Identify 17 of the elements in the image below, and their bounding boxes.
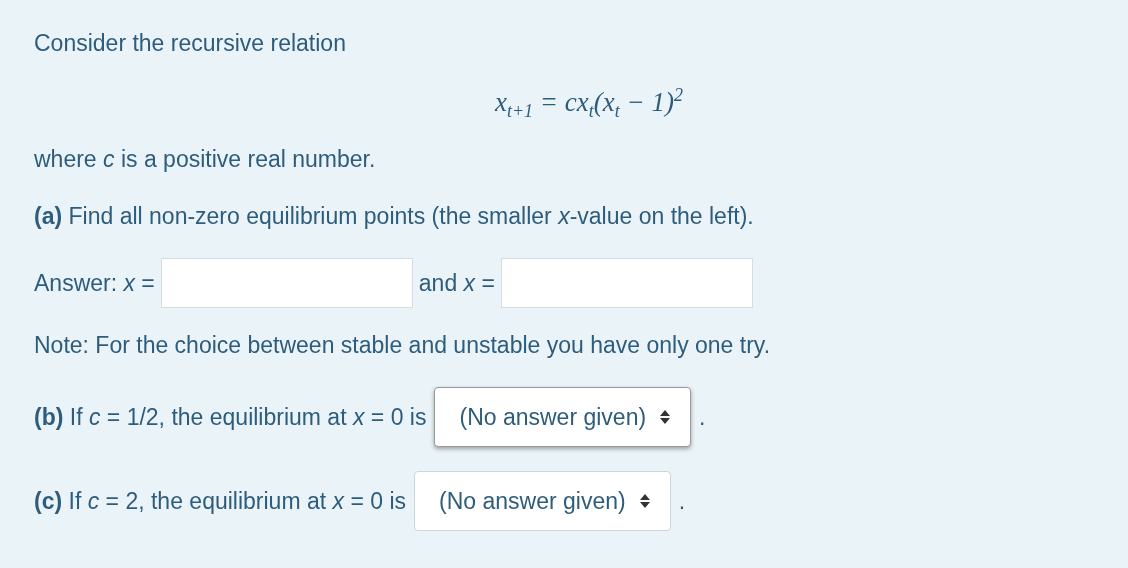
period-text: . bbox=[699, 403, 706, 431]
question-text: (b) If c = 1/2, the equilibrium at x = 0 is bbox=[34, 403, 427, 431]
answer-field[interactable] bbox=[160, 258, 413, 309]
sort-arrows-icon bbox=[639, 494, 650, 509]
question-text: (a) Find all non-zero equilibrium points (the smaller x-value on the left). bbox=[34, 202, 755, 232]
note-text: Note: For the choice between stable and unstable you have only one try. bbox=[34, 331, 772, 361]
intro-text: Consider the recursive relation bbox=[34, 29, 347, 58]
answer-label: and x = bbox=[418, 269, 495, 297]
question-text: (c) If c = 2, the equilibrium at x = 0 is bbox=[34, 487, 407, 515]
answer-dropdown[interactable]: (No answer given) bbox=[414, 471, 671, 532]
condition-text: where c is a positive real number. bbox=[34, 145, 377, 175]
period-text: . bbox=[678, 487, 686, 515]
answer-dropdown[interactable]: (No answer given) bbox=[434, 387, 692, 448]
equation: x$_{t+1}$ = cx$_{t}$(x$_{t}$ − 1)$^{2}$ bbox=[494, 85, 684, 123]
answer-field[interactable] bbox=[500, 258, 753, 309]
sort-arrows-icon bbox=[660, 410, 671, 425]
answer-label: Answer: x = bbox=[34, 269, 155, 297]
